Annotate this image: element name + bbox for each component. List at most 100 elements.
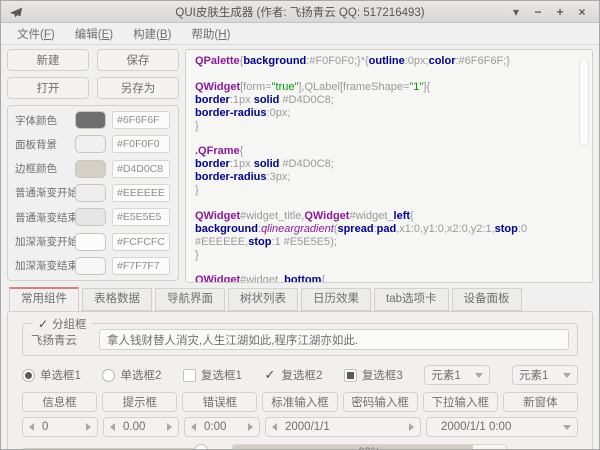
tab-表格数据[interactable]: 表格数据: [82, 288, 152, 311]
color-hex-field[interactable]: [112, 135, 170, 153]
window-controls: ▾−+×: [505, 1, 593, 23]
demo-button-row: 信息框提示框错误框标准输入框密码输入框下拉输入框新窗体: [22, 392, 578, 412]
demo-button-信息框[interactable]: 信息框: [22, 392, 97, 412]
spin-increment-icon[interactable]: [86, 423, 91, 431]
menu-mnemonic: B: [160, 29, 168, 41]
color-hex-field[interactable]: [112, 184, 170, 202]
slider-progress-row: 88%: [22, 444, 578, 450]
titlebar: QUI皮肤生成器 (作者: 飞扬青云 QQ: 517216493) ▾−+×: [1, 1, 599, 23]
radio-单选框1[interactable]: 单选框1: [22, 367, 81, 383]
checkbox-复选框1[interactable]: 复选框1: [183, 367, 242, 383]
checkbox-复选框2[interactable]: ✓ 复选框2: [263, 367, 322, 383]
demo-text-input[interactable]: [99, 329, 569, 350]
menu-label-post: ): [168, 29, 172, 41]
tab-导航界面[interactable]: 导航界面: [155, 288, 225, 311]
color-hex-field[interactable]: [112, 208, 170, 226]
spin-box[interactable]: 2000/1/1: [265, 417, 421, 437]
checkbox-indicator-icon: [183, 369, 196, 382]
app-icon: [9, 5, 23, 19]
menu-mnemonic: H: [218, 29, 226, 41]
left-panel: 新建保存 打开另存为 字体颜色面板背景边框颜色普通渐变开始普通渐变结束加深渐变开…: [7, 49, 179, 283]
demo-button-新窗体[interactable]: 新窗体: [503, 392, 578, 412]
groupbox-legend[interactable]: ✓ 分组框: [33, 316, 92, 332]
menu-label-post: ): [109, 29, 113, 41]
color-row: 加深渐变结束: [8, 254, 178, 278]
checkbox-indicator-icon: ✓: [263, 369, 276, 382]
spin-box[interactable]: 0: [22, 417, 98, 437]
color-row: 字体颜色: [8, 108, 178, 132]
color-swatch-button[interactable]: [75, 233, 106, 251]
menu-item-E[interactable]: 编辑(E): [65, 26, 123, 42]
spin-box[interactable]: 0:00: [184, 417, 260, 437]
minimize-button[interactable]: −: [527, 1, 549, 23]
code-scrollbar-thumb[interactable]: [579, 58, 589, 146]
toolbar-button-3[interactable]: 另存为: [97, 77, 179, 99]
spin-value: 0:00: [196, 421, 248, 433]
file-buttons-row1: 新建保存: [7, 49, 179, 71]
toolbar-button-2[interactable]: 打开: [7, 77, 89, 99]
spin-box[interactable]: 0.00: [103, 417, 179, 437]
color-swatch-button[interactable]: [75, 135, 106, 153]
color-hex-field[interactable]: [112, 257, 170, 275]
choice-label: 复选框1: [201, 367, 242, 383]
color-swatch-button[interactable]: [75, 160, 106, 178]
qss-code: QPalette{background:#F0F0F0;}*{outline:0…: [195, 55, 583, 283]
demo-button-下拉输入框[interactable]: 下拉输入框: [423, 392, 498, 412]
color-hex-field[interactable]: [112, 111, 170, 129]
menu-item-B[interactable]: 构建(B): [123, 26, 181, 42]
choice-label: 复选框3: [362, 367, 403, 383]
radio-indicator-icon: [102, 369, 115, 382]
combo-box-1[interactable]: 元素1: [424, 365, 490, 385]
choice-row: 单选框1 单选框2 复选框1 ✓ 复选框2 复选框3 元素1 元素1: [22, 365, 578, 385]
color-hex-field[interactable]: [112, 233, 170, 251]
menu-label-post: ): [227, 29, 231, 41]
demo-button-提示框[interactable]: 提示框: [102, 392, 177, 412]
combo-box-2[interactable]: 元素1: [512, 365, 578, 385]
spin-increment-icon[interactable]: [167, 423, 172, 431]
color-row: 普通渐变结束: [8, 205, 178, 229]
combo-value: 元素1: [431, 367, 475, 383]
chevron-down-icon: [563, 425, 571, 430]
menu-item-F[interactable]: 文件(F): [7, 26, 65, 42]
toolbar-button-0[interactable]: 新建: [7, 49, 89, 71]
color-hex-field[interactable]: [112, 160, 170, 178]
demo-button-标准输入框[interactable]: 标准输入框: [262, 392, 337, 412]
tab-tab选项卡[interactable]: tab选项卡: [374, 288, 449, 311]
slider-handle[interactable]: [194, 444, 208, 450]
spin-increment-icon[interactable]: [409, 423, 414, 431]
choice-label: 复选框2: [281, 367, 322, 383]
tab-常用组件[interactable]: 常用组件: [9, 287, 79, 312]
menu-item-H[interactable]: 帮助(H): [181, 26, 240, 42]
close-button[interactable]: ×: [571, 1, 593, 23]
demo-button-密码输入框[interactable]: 密码输入框: [343, 392, 418, 412]
tab-日历效果[interactable]: 日历效果: [301, 288, 371, 311]
maximize-button[interactable]: +: [549, 1, 571, 23]
slider[interactable]: [22, 444, 208, 450]
color-swatch-button[interactable]: [75, 111, 106, 129]
main-area: 新建保存 打开另存为 字体颜色面板背景边框颜色普通渐变开始普通渐变结束加深渐变开…: [1, 45, 599, 287]
author-label: 飞扬青云: [31, 332, 89, 348]
progress-label: 88%: [233, 445, 506, 450]
color-swatch-button[interactable]: [75, 208, 106, 226]
qss-code-editor[interactable]: QPalette{background:#F0F0F0;}*{outline:0…: [185, 49, 593, 283]
tab-树状列表[interactable]: 树状列表: [228, 288, 298, 311]
color-row: 边框颜色: [8, 157, 178, 181]
spin-increment-icon[interactable]: [248, 423, 253, 431]
color-swatch-button[interactable]: [75, 257, 106, 275]
color-swatch-button[interactable]: [75, 184, 106, 202]
spin-value: 2000/1/1: [277, 421, 409, 433]
checkbox-复选框3[interactable]: 复选框3: [344, 367, 403, 383]
demo-button-错误框[interactable]: 错误框: [182, 392, 257, 412]
window-menu-button[interactable]: ▾: [505, 1, 527, 23]
datetime-edit[interactable]: 2000/1/1 0:00: [426, 417, 578, 437]
tab-设备面板[interactable]: 设备面板: [452, 288, 522, 311]
checkbox-checked-icon[interactable]: ✓: [38, 317, 48, 331]
toolbar-button-1[interactable]: 保存: [97, 49, 179, 71]
color-row-label: 加深渐变开始: [15, 234, 75, 249]
color-row-label: 加深渐变结束: [15, 258, 75, 273]
groupbox-row: 飞扬青云: [31, 329, 569, 350]
color-row-label: 普通渐变结束: [15, 210, 75, 225]
radio-单选框2[interactable]: 单选框2: [102, 367, 161, 383]
spin-value: 2000/1/1 0:00: [433, 421, 563, 433]
menu-label-pre: 构建(: [133, 29, 160, 41]
